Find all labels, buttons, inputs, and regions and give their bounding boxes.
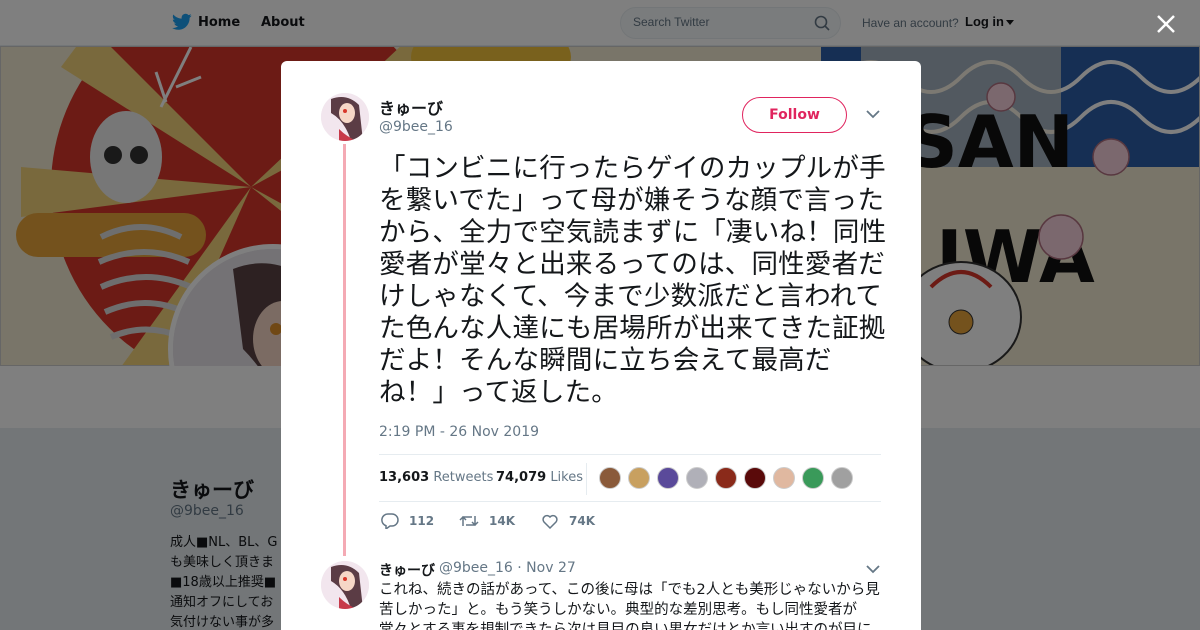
retweet-label: Retweets: [433, 470, 494, 485]
author-name[interactable]: きゅーび: [379, 95, 443, 119]
reply-text: これね、続きの話があって、この後に母は「でも2人とも美形じゃないから見苦しかった…: [379, 582, 880, 630]
reply-count: 112: [409, 514, 435, 528]
retweet-count: 13,603: [379, 470, 430, 485]
tweet-permalink-modal: きゅーび @9bee_16 Follow 「コンビニに行ったらゲイのカップルが手…: [281, 61, 921, 630]
like-count: 74,079: [496, 470, 547, 485]
author-avatar[interactable]: [321, 93, 369, 141]
liker-avatar[interactable]: [802, 467, 824, 489]
liker-avatar[interactable]: [628, 467, 650, 489]
retweet-stat[interactable]: 13,603 Retweets: [379, 470, 493, 485]
liker-avatar[interactable]: [686, 467, 708, 489]
tweet-stats: 13,603 Retweets 74,079 Likes: [379, 454, 881, 502]
tweet-text: 「コンビニに行ったらゲイのカップルが手を繋いでた」って母が嫌そうな顔で言ったから…: [379, 153, 887, 408]
like-stat[interactable]: 74,079 Likes: [496, 470, 583, 485]
chevron-down-icon[interactable]: [866, 564, 880, 574]
reply-meta[interactable]: @9bee_16 · Nov 27: [439, 560, 576, 576]
liker-avatar[interactable]: [715, 467, 737, 489]
reply-icon: [381, 513, 399, 529]
retweet-icon: [459, 515, 479, 527]
close-icon[interactable]: [1155, 13, 1177, 35]
chevron-down-icon[interactable]: [866, 109, 880, 119]
liker-avatars: [599, 467, 853, 489]
reply-avatar-image: [321, 561, 369, 609]
author-avatar-image: [321, 93, 369, 141]
reply-author-name[interactable]: きゅーび: [379, 560, 435, 580]
reply-author-avatar[interactable]: [321, 561, 369, 609]
follow-button[interactable]: Follow: [742, 97, 847, 133]
retweet-action[interactable]: 14K: [459, 513, 515, 529]
heart-icon: [542, 514, 558, 529]
tweet-actions: 112 14K 74K: [381, 513, 701, 533]
like-label: Likes: [550, 470, 584, 485]
retweet-count-short: 14K: [489, 514, 515, 528]
liker-avatar[interactable]: [773, 467, 795, 489]
tweet-timestamp[interactable]: 2:19 PM - 26 Nov 2019: [379, 424, 539, 440]
liker-avatar[interactable]: [744, 467, 766, 489]
author-handle[interactable]: @9bee_16: [379, 119, 453, 135]
liker-avatar[interactable]: [657, 467, 679, 489]
liker-avatar[interactable]: [831, 467, 853, 489]
like-count-short: 74K: [569, 514, 595, 528]
thread-connector-line: [343, 144, 346, 556]
like-action[interactable]: 74K: [541, 513, 595, 529]
liker-avatar[interactable]: [599, 467, 621, 489]
reply-action[interactable]: 112: [381, 513, 434, 529]
stats-divider: [586, 463, 587, 495]
